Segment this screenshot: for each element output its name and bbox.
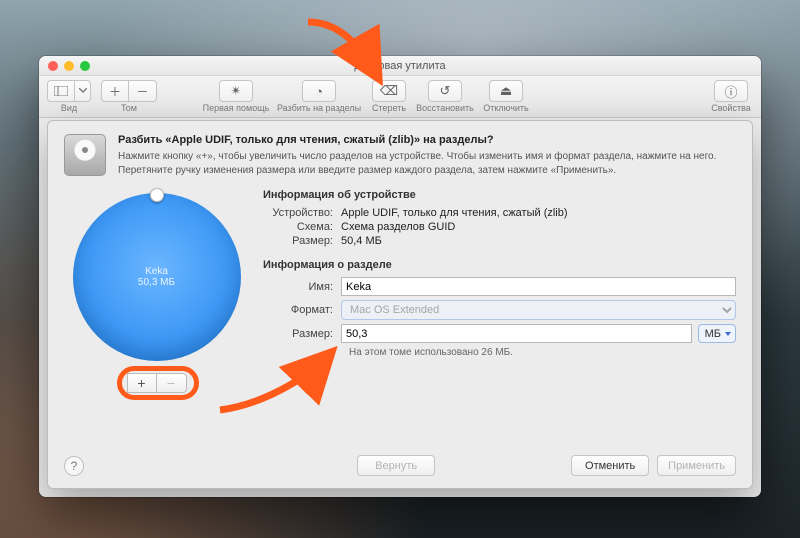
window-title: Дисковая утилита xyxy=(39,60,761,72)
info-icon: ⓘ xyxy=(724,82,737,101)
zoom-window-button[interactable] xyxy=(80,61,90,71)
eject-icon: ⏏ xyxy=(500,83,512,99)
device-section-title: Информация об устройстве xyxy=(263,189,736,201)
add-partition-button[interactable]: + xyxy=(127,373,157,393)
remove-partition-button[interactable]: − xyxy=(157,373,187,393)
volume-label: Том xyxy=(121,103,137,113)
partition-name-input[interactable] xyxy=(341,277,736,296)
remove-volume-button[interactable]: － xyxy=(129,80,157,102)
scheme-value: Схема разделов GUID xyxy=(341,221,736,233)
pie-partition-size: 50,3 МБ xyxy=(138,277,175,288)
partition-format-select[interactable]: Mac OS Extended xyxy=(341,300,736,320)
toolbar: Вид ＋ － Том ✴︎ Первая помощь ◔ Разбить н… xyxy=(39,76,761,118)
stethoscope-icon: ✴︎ xyxy=(231,83,242,99)
device-value: Apple UDIF, только для чтения, сжатый (z… xyxy=(341,207,736,219)
minimize-window-button[interactable] xyxy=(64,61,74,71)
view-toolbar-group: Вид xyxy=(47,80,91,113)
partition-button[interactable]: ◔ Разбить на разделы xyxy=(275,80,363,113)
partition-size-input[interactable] xyxy=(341,324,692,343)
help-button[interactable]: ? xyxy=(64,456,84,476)
sidebar-toggle-button[interactable] xyxy=(47,80,75,102)
apply-button[interactable]: Применить xyxy=(657,455,736,476)
erase-button[interactable]: ⌫ Стереть xyxy=(367,80,411,113)
pie-resize-handle[interactable] xyxy=(150,188,164,202)
partition-icon: ◔ xyxy=(315,84,323,99)
device-size-value: 50,4 МБ xyxy=(341,235,736,247)
disk-utility-window: Дисковая утилита Вид ＋ － xyxy=(39,56,761,497)
view-label: Вид xyxy=(61,103,77,113)
partition-section-title: Информация о разделе xyxy=(263,259,736,271)
view-menu-button[interactable] xyxy=(75,80,91,102)
titlebar: Дисковая утилита xyxy=(39,56,761,76)
add-volume-button[interactable]: ＋ xyxy=(101,80,129,102)
pie-partition-name: Keka xyxy=(145,266,168,277)
disk-icon xyxy=(64,134,106,176)
used-space-note: На этом томе использовано 26 МБ. xyxy=(349,347,736,358)
volume-toolbar-group: ＋ － Том xyxy=(101,80,157,113)
info-button[interactable]: ⓘ Свойства xyxy=(709,80,753,113)
erase-icon: ⌫ xyxy=(380,83,398,99)
partition-sheet: Разбить «Apple UDIF, только для чтения, … xyxy=(47,120,753,489)
add-remove-partition-group: + − xyxy=(127,373,187,393)
revert-button[interactable]: Вернуть xyxy=(357,455,435,476)
unmount-button[interactable]: ⏏ Отключить xyxy=(479,80,533,113)
partition-size-unit-select[interactable]: МБ xyxy=(698,324,736,343)
close-window-button[interactable] xyxy=(48,61,58,71)
restore-icon: ↺ xyxy=(440,83,451,99)
sheet-heading: Разбить «Apple UDIF, только для чтения, … xyxy=(118,134,736,146)
restore-button[interactable]: ↺ Восстановить xyxy=(415,80,475,113)
first-aid-button[interactable]: ✴︎ Первая помощь xyxy=(201,80,271,113)
partition-pie[interactable]: Keka 50,3 МБ xyxy=(73,193,241,361)
cancel-button[interactable]: Отменить xyxy=(571,455,649,476)
sheet-subtitle: Нажмите кнопку «+», чтобы увеличить числ… xyxy=(118,150,736,177)
